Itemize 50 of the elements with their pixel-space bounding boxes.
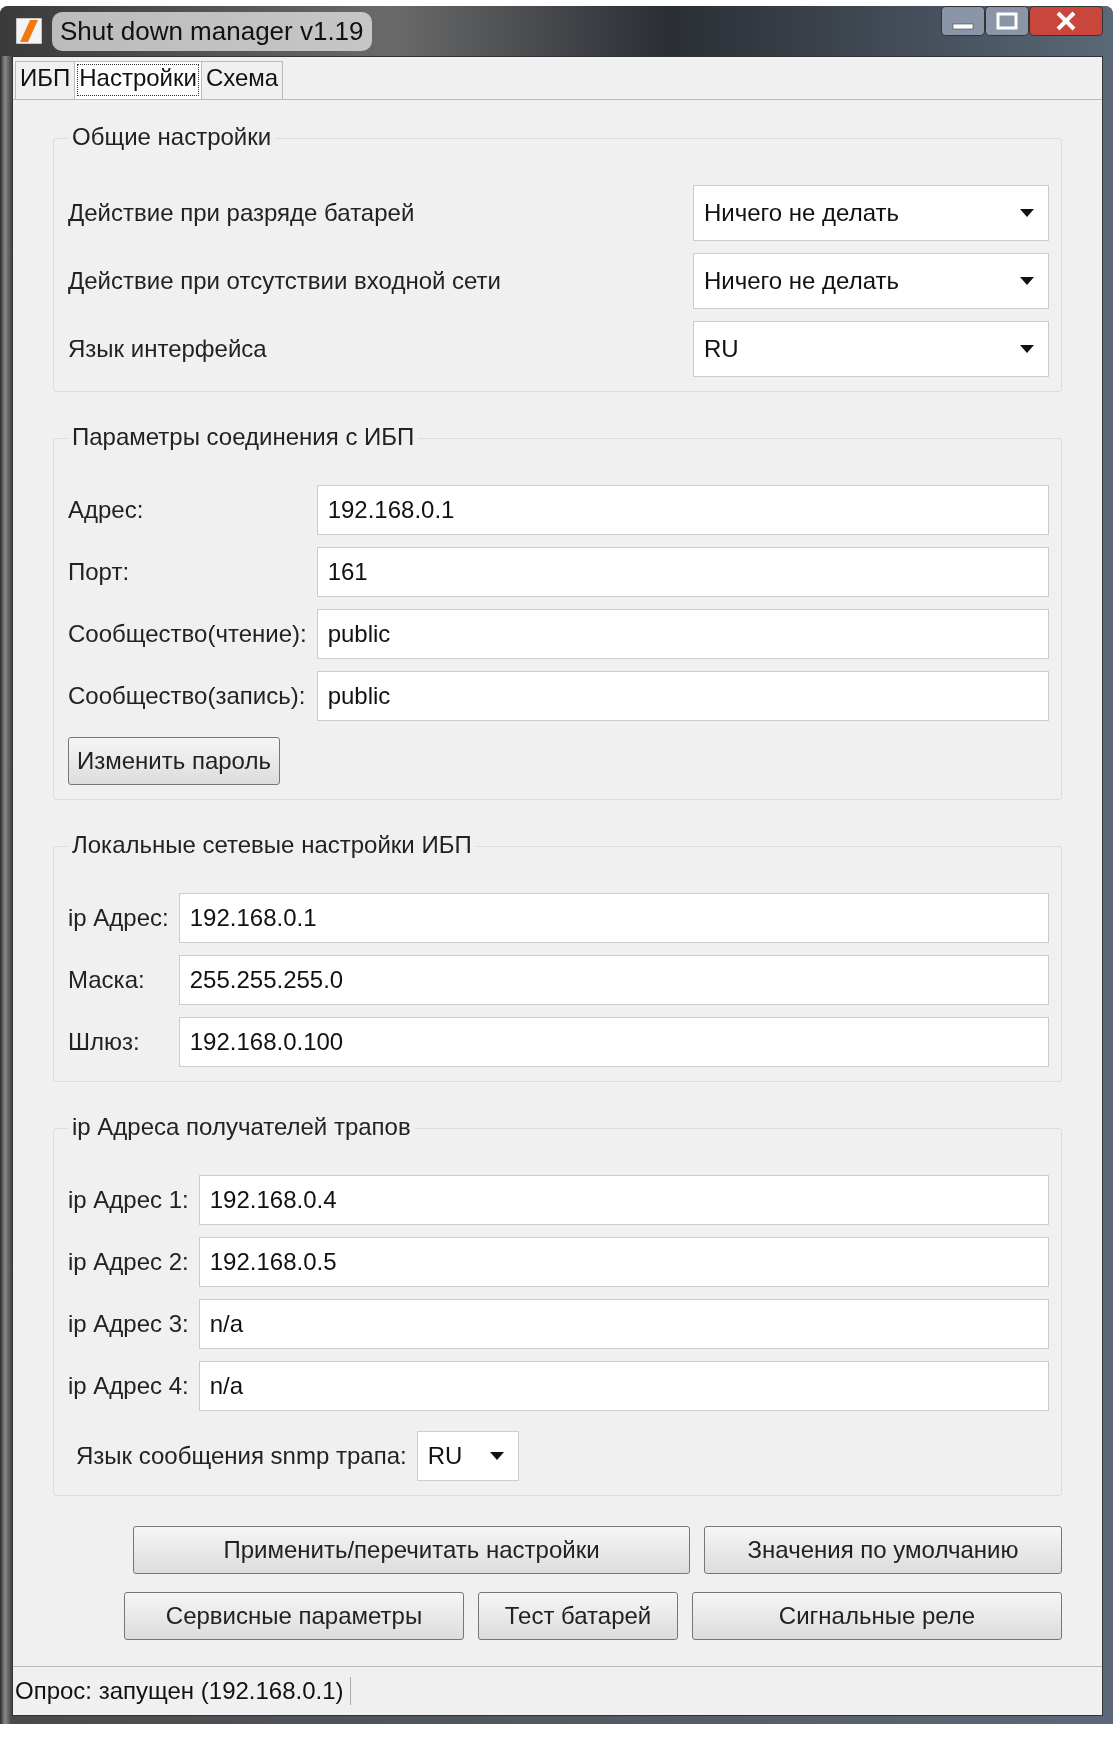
tab[interactable]: Схема (200, 61, 284, 99)
field-label: ip Адрес 2: (68, 1248, 189, 1276)
input-field[interactable]: public (316, 671, 1049, 721)
dropdown-arrow-icon (1020, 209, 1034, 217)
action-button[interactable]: Сигнальные реле (692, 1592, 1062, 1640)
field-label: Шлюз: (68, 1028, 141, 1056)
field-label: Сообщество(чтение): (68, 620, 307, 648)
field-label: Действие при отсутствии входной сети (68, 267, 501, 295)
action-button[interactable]: Значения по умолчанию (704, 1526, 1062, 1574)
field-label: Порт: (68, 558, 131, 586)
minimize-button[interactable] (941, 6, 985, 36)
input-field[interactable]: 192.168.0.5 (198, 1237, 1049, 1287)
input-field[interactable]: 192.168.0.100 (178, 1017, 1049, 1067)
input-field[interactable]: 255.255.255.0 (178, 955, 1049, 1005)
input-field[interactable]: 192.168.0.1 (178, 893, 1049, 943)
dropdown-arrow-icon (489, 1452, 504, 1460)
action-button[interactable]: Применить/перечитать настройки (133, 1526, 690, 1574)
dropdown[interactable]: Ничего не делать (693, 185, 1049, 241)
field-label: Маска: (68, 966, 146, 994)
dropdown-arrow-icon (1020, 345, 1034, 353)
field-label: Адрес: (68, 496, 145, 524)
app-logo-icon (16, 18, 42, 44)
input-field[interactable]: n/a (198, 1361, 1049, 1411)
status-text: Опрос: запущен (192.168.0.1) (15, 1677, 351, 1705)
field-label: ip Адрес: (68, 904, 169, 932)
dropdown-arrow-icon (1020, 277, 1034, 285)
field-label: Язык интерфейса (68, 335, 268, 363)
change-password-button[interactable]: Изменить пароль (68, 737, 280, 785)
field-label: Язык сообщения snmp трапа: (76, 1442, 407, 1470)
dropdown[interactable]: Ничего не делать (693, 253, 1049, 309)
dropdown[interactable]: RU (416, 1431, 519, 1481)
input-field[interactable]: n/a (198, 1299, 1049, 1349)
tab[interactable]: ИБП (15, 61, 76, 99)
input-field[interactable]: 192.168.0.4 (198, 1175, 1049, 1225)
input-field[interactable]: public (316, 609, 1049, 659)
action-button[interactable]: Тест батарей (478, 1592, 678, 1640)
input-field[interactable]: 192.168.0.1 (316, 485, 1049, 535)
input-field[interactable]: 161 (316, 547, 1049, 597)
tab[interactable]: Настройки (74, 61, 202, 99)
group-title: Общие настройки (68, 123, 276, 151)
field-label: ip Адрес 3: (68, 1310, 189, 1338)
maximize-button[interactable] (985, 6, 1029, 36)
action-button[interactable]: Сервисные параметры (124, 1592, 464, 1640)
close-button[interactable] (1029, 6, 1103, 36)
dropdown[interactable]: RU (693, 321, 1049, 377)
field-label: Действие при разряде батарей (68, 199, 416, 227)
field-label: ip Адрес 4: (68, 1372, 189, 1400)
field-label: ip Адрес 1: (68, 1186, 189, 1214)
field-label: Сообщество(запись): (68, 682, 307, 710)
window-title: Shut down manager v1.19 (52, 11, 372, 51)
